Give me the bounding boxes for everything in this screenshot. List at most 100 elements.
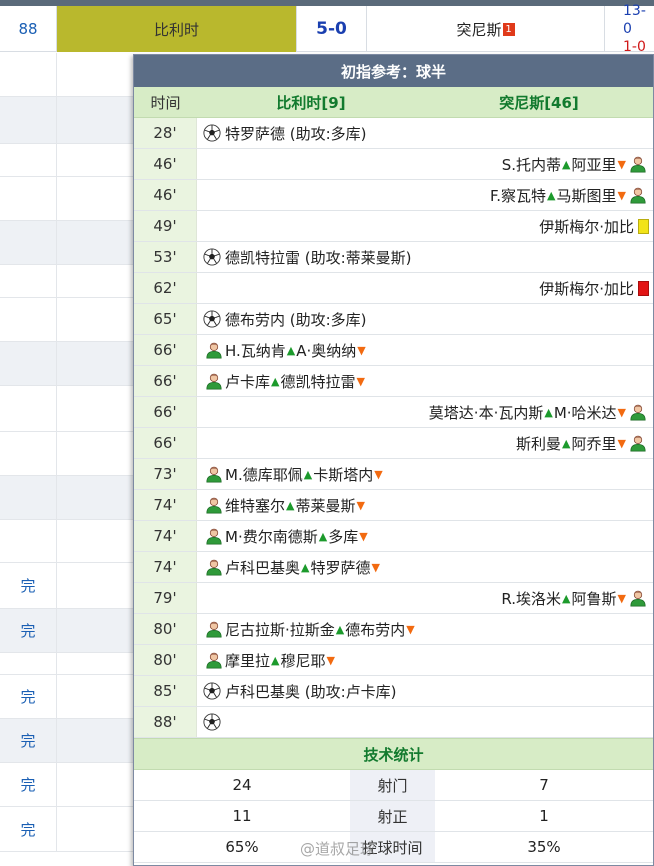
arrow-up-icon: ▲	[271, 653, 280, 667]
row-cell	[57, 653, 134, 674]
substitution-person-icon	[627, 155, 649, 174]
match-status	[0, 144, 57, 176]
background-row[interactable]	[0, 53, 134, 97]
event-row: 85' 卢科巴基奥 (助攻:卢卡库)	[134, 676, 653, 707]
second-yellow-red-card-icon	[634, 280, 649, 298]
event-time: 28'	[134, 118, 197, 148]
substitution-person-icon	[627, 434, 649, 453]
background-row[interactable]: 完	[0, 763, 134, 807]
background-row[interactable]	[0, 177, 134, 221]
background-row[interactable]	[0, 97, 134, 144]
event-time: 88'	[134, 707, 197, 737]
background-row[interactable]	[0, 520, 134, 563]
match-status	[0, 476, 57, 519]
event-detail: 伊斯梅尔·加比	[197, 273, 653, 303]
arrow-up-icon: ▲	[271, 374, 280, 388]
substitution-person-icon	[203, 341, 225, 360]
player-in: 斯利曼	[516, 434, 562, 453]
event-detail: F.察瓦特 ▲ 马斯图里 ▼	[197, 180, 653, 210]
match-status	[0, 342, 57, 385]
player-in: 维特塞尔	[225, 496, 286, 515]
background-row[interactable]	[0, 265, 134, 298]
player-in: 莫塔达·本·瓦内斯	[428, 403, 544, 422]
background-row[interactable]: 完	[0, 563, 134, 609]
event-row: 53' 德凯特拉雷 (助攻:蒂莱曼斯)	[134, 242, 653, 273]
match-status	[0, 177, 57, 220]
background-row[interactable]: 完	[0, 719, 134, 763]
event-time: 79'	[134, 583, 197, 613]
soccer-ball-icon	[203, 124, 225, 143]
match-status	[0, 97, 57, 143]
arrow-down-icon: ▼	[326, 653, 335, 667]
event-time: 46'	[134, 180, 197, 210]
goal-text: 卢科巴基奥 (助攻:卢卡库)	[225, 682, 397, 701]
arrow-down-icon: ▼	[617, 591, 626, 605]
substitution-person-icon	[203, 620, 225, 639]
event-row: 65' 德布劳内 (助攻:多库)	[134, 304, 653, 335]
arrow-down-icon: ▼	[371, 560, 380, 574]
match-status	[0, 653, 57, 674]
arrow-down-icon: ▼	[617, 436, 626, 450]
background-row[interactable]	[0, 144, 134, 177]
substitution-person-icon	[627, 403, 649, 422]
player-in: M.德库耶佩	[225, 465, 303, 484]
event-time: 74'	[134, 521, 197, 551]
substitution-person-icon	[627, 186, 649, 205]
event-row: 80' 摩里拉 ▲ 穆尼耶 ▼	[134, 645, 653, 676]
background-row[interactable]	[0, 432, 134, 476]
background-row[interactable]: 完	[0, 807, 134, 852]
background-row[interactable]: 完	[0, 609, 134, 653]
player-in: 卢科巴基奥	[225, 558, 301, 577]
event-row: 62' 伊斯梅尔·加比	[134, 273, 653, 304]
event-time: 74'	[134, 490, 197, 520]
player-in: H.瓦纳肯	[225, 341, 286, 360]
background-row[interactable]	[0, 476, 134, 520]
half-score-1: 13-0	[623, 3, 646, 37]
row-cell	[57, 520, 134, 562]
event-detail: 德凯特拉雷 (助攻:蒂莱曼斯)	[197, 242, 653, 272]
arrow-up-icon: ▲	[335, 622, 345, 636]
background-row[interactable]	[0, 386, 134, 432]
event-row: 74' 卢科巴基奥 ▲ 特罗萨德 ▼	[134, 552, 653, 583]
event-time: 80'	[134, 645, 197, 675]
arrow-down-icon: ▼	[617, 188, 626, 202]
stat-row: 11 射正 1	[134, 801, 653, 832]
watermark: @道叔足球	[300, 840, 376, 858]
event-row: 49' 伊斯梅尔·加比	[134, 211, 653, 242]
event-detail: S.托内蒂 ▲ 阿亚里 ▼	[197, 149, 653, 179]
player-in: M·费尔南德斯	[225, 527, 318, 546]
booked-player: 伊斯梅尔·加比	[539, 217, 634, 236]
match-row[interactable]: 88 比利时 5-0 突尼斯 1 13-0 1-0	[0, 3, 654, 55]
row-cell	[57, 563, 134, 608]
home-team[interactable]: 比利时	[57, 6, 297, 52]
player-out: 阿亚里	[571, 155, 617, 174]
event-detail: 莫塔达·本·瓦内斯 ▲ M·哈米达 ▼	[197, 397, 653, 427]
match-status: 完	[0, 563, 57, 608]
row-cell	[57, 144, 134, 176]
arrow-up-icon: ▲	[301, 560, 310, 574]
away-team-cell[interactable]: 突尼斯 1	[367, 6, 605, 52]
player-out: 特罗萨德	[310, 558, 371, 577]
arrow-down-icon: ▼	[617, 405, 626, 419]
stat-away-value: 1	[539, 807, 549, 825]
arrow-up-icon: ▲	[562, 157, 571, 171]
event-time: 62'	[134, 273, 197, 303]
background-row[interactable]	[0, 298, 134, 342]
events-list: 28' 特罗萨德 (助攻:多库) 46' S.托内蒂 ▲ 阿亚里 ▼ 46' F.察瓦特 ▲ 马斯图…	[134, 118, 653, 738]
event-row: 73' M.德库耶佩 ▲ 卡斯塔内 ▼	[134, 459, 653, 490]
event-detail: 特罗萨德 (助攻:多库)	[197, 118, 653, 148]
background-row[interactable]: 完	[0, 675, 134, 719]
event-time: 49'	[134, 211, 197, 241]
match-score[interactable]: 5-0	[297, 6, 367, 52]
yellow-card-icon	[638, 218, 649, 234]
background-row[interactable]	[0, 221, 134, 265]
half-score: 13-0 1-0	[605, 3, 654, 55]
soccer-ball-icon	[203, 682, 225, 701]
player-out: 德凯特拉雷	[280, 372, 356, 391]
background-row[interactable]	[0, 653, 134, 675]
row-cell	[57, 53, 134, 96]
background-row[interactable]	[0, 342, 134, 386]
player-out: 蒂莱曼斯	[295, 496, 356, 515]
arrow-up-icon: ▲	[286, 343, 296, 357]
arrow-up-icon: ▲	[286, 498, 295, 512]
